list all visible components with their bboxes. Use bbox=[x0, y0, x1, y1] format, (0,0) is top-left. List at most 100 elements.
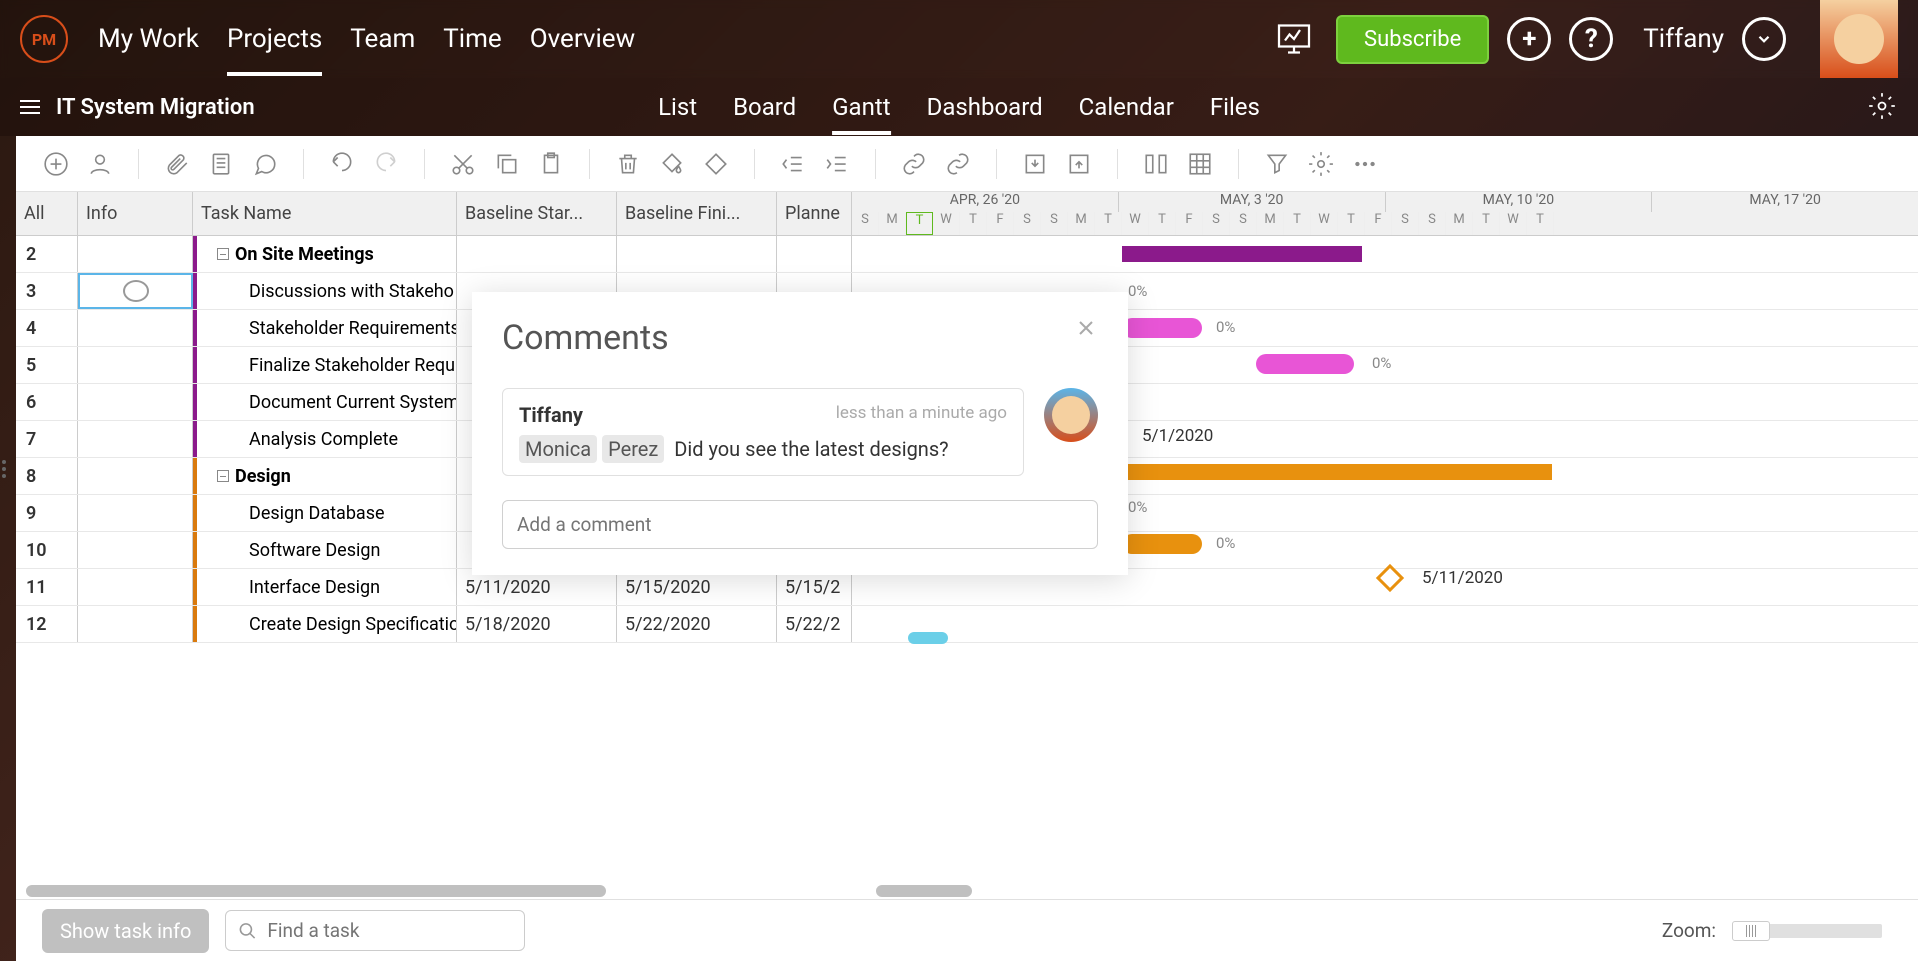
task-name-cell[interactable]: On Site Meetings bbox=[193, 236, 457, 272]
zoom-slider[interactable] bbox=[1732, 924, 1882, 938]
nav-my-work[interactable]: My Work bbox=[98, 2, 199, 76]
baseline-start-cell[interactable]: 5/18/2020 bbox=[457, 606, 617, 642]
gantt-summary-bar[interactable] bbox=[1122, 464, 1552, 480]
gantt-task-bar[interactable] bbox=[1256, 354, 1354, 374]
subscribe-button[interactable]: Subscribe bbox=[1336, 15, 1489, 64]
info-cell[interactable] bbox=[78, 384, 193, 420]
columns-icon[interactable] bbox=[1142, 150, 1170, 178]
header-all[interactable]: All bbox=[16, 192, 78, 235]
view-gantt[interactable]: Gantt bbox=[832, 79, 890, 135]
outdent-icon[interactable] bbox=[779, 150, 807, 178]
zoom-thumb[interactable] bbox=[1732, 921, 1770, 941]
delete-icon[interactable] bbox=[614, 150, 642, 178]
nav-projects[interactable]: Projects bbox=[227, 2, 322, 76]
gantt-day-cell: M bbox=[879, 212, 906, 235]
task-name-cell[interactable]: Stakeholder Requirements bbox=[193, 310, 457, 346]
fill-icon[interactable] bbox=[658, 150, 686, 178]
comment-icon[interactable] bbox=[251, 150, 279, 178]
task-name-cell[interactable]: Discussions with Stakeho bbox=[193, 273, 457, 309]
task-name-cell[interactable]: Finalize Stakeholder Requ bbox=[193, 347, 457, 383]
add-button[interactable]: + bbox=[1507, 17, 1551, 61]
user-name[interactable]: Tiffany bbox=[1643, 24, 1724, 54]
info-cell[interactable] bbox=[78, 421, 193, 457]
settings-icon[interactable] bbox=[1868, 92, 1898, 122]
mention-tag[interactable]: Perez bbox=[602, 435, 664, 463]
header-task-name[interactable]: Task Name bbox=[193, 192, 457, 235]
redo-icon[interactable] bbox=[372, 150, 400, 178]
task-name-cell[interactable]: Design bbox=[193, 458, 457, 494]
nav-overview[interactable]: Overview bbox=[530, 2, 635, 76]
notes-icon[interactable] bbox=[207, 150, 235, 178]
gantt-task-bar[interactable] bbox=[1122, 318, 1202, 338]
cut-icon[interactable] bbox=[449, 150, 477, 178]
task-name-cell[interactable]: Software Design bbox=[193, 532, 457, 568]
nav-time[interactable]: Time bbox=[443, 2, 501, 76]
view-files[interactable]: Files bbox=[1210, 79, 1260, 135]
logo[interactable]: PM bbox=[20, 15, 68, 63]
header-baseline-finish[interactable]: Baseline Fini... bbox=[617, 192, 777, 235]
header-info[interactable]: Info bbox=[78, 192, 193, 235]
info-cell[interactable] bbox=[78, 569, 193, 605]
filter-icon[interactable] bbox=[1263, 150, 1291, 178]
presentation-icon[interactable] bbox=[1270, 15, 1318, 63]
view-list[interactable]: List bbox=[658, 79, 697, 135]
indent-icon[interactable] bbox=[823, 150, 851, 178]
assign-icon[interactable] bbox=[86, 150, 114, 178]
info-cell[interactable] bbox=[78, 532, 193, 568]
view-dashboard[interactable]: Dashboard bbox=[927, 79, 1043, 135]
task-name-cell[interactable]: Document Current System bbox=[193, 384, 457, 420]
gantt-task-bar[interactable] bbox=[1122, 534, 1202, 554]
milestone-icon[interactable] bbox=[702, 150, 730, 178]
gantt-summary-bar[interactable] bbox=[1122, 246, 1362, 262]
view-board[interactable]: Board bbox=[733, 79, 796, 135]
info-cell[interactable] bbox=[78, 273, 193, 309]
find-task-input[interactable] bbox=[267, 919, 512, 942]
task-name-cell[interactable]: Analysis Complete bbox=[193, 421, 457, 457]
show-task-info-button[interactable]: Show task info bbox=[42, 909, 209, 953]
planned-cell[interactable]: 5/22/2 bbox=[777, 606, 852, 642]
comment-input[interactable] bbox=[502, 500, 1098, 549]
baseline-finish-cell[interactable]: 5/22/2020 bbox=[617, 606, 777, 642]
baseline-finish-cell[interactable] bbox=[617, 236, 777, 272]
sidebar-drag-handle[interactable] bbox=[2, 460, 6, 478]
help-button[interactable]: ? bbox=[1569, 17, 1613, 61]
horizontal-scrollbar-left[interactable] bbox=[26, 885, 606, 897]
attach-icon[interactable] bbox=[163, 150, 191, 178]
paste-icon[interactable] bbox=[537, 150, 565, 178]
export-icon[interactable] bbox=[1065, 150, 1093, 178]
task-name-cell[interactable]: Design Database bbox=[193, 495, 457, 531]
find-task-box[interactable] bbox=[225, 910, 525, 951]
info-cell[interactable] bbox=[78, 458, 193, 494]
nav-team[interactable]: Team bbox=[350, 2, 415, 76]
import-icon[interactable] bbox=[1021, 150, 1049, 178]
task-name-cell[interactable]: Interface Design bbox=[193, 569, 457, 605]
info-cell[interactable] bbox=[78, 236, 193, 272]
gantt-milestone[interactable] bbox=[1376, 564, 1404, 592]
baseline-start-cell[interactable] bbox=[457, 236, 617, 272]
gear-toolbar-icon[interactable] bbox=[1307, 150, 1335, 178]
more-icon[interactable] bbox=[1351, 150, 1379, 178]
info-cell[interactable] bbox=[78, 347, 193, 383]
planned-cell[interactable] bbox=[777, 236, 852, 272]
unlink-icon[interactable] bbox=[944, 150, 972, 178]
task-name-cell[interactable]: Create Design Specificatio bbox=[193, 606, 457, 642]
user-avatar[interactable] bbox=[1820, 0, 1898, 78]
comment-item: Tiffany less than a minute ago Monica Pe… bbox=[502, 388, 1098, 476]
header-baseline-start[interactable]: Baseline Star... bbox=[457, 192, 617, 235]
horizontal-scrollbar-right[interactable] bbox=[876, 885, 972, 897]
comment-avatar[interactable] bbox=[1044, 388, 1098, 442]
comments-close-icon[interactable] bbox=[1074, 316, 1104, 346]
info-cell[interactable] bbox=[78, 310, 193, 346]
hamburger-icon[interactable] bbox=[20, 100, 40, 114]
mention-tag[interactable]: Monica bbox=[519, 435, 597, 463]
header-planned[interactable]: Planne bbox=[777, 192, 852, 235]
info-cell[interactable] bbox=[78, 606, 193, 642]
info-cell[interactable] bbox=[78, 495, 193, 531]
user-dropdown-icon[interactable] bbox=[1742, 17, 1786, 61]
grid-icon[interactable] bbox=[1186, 150, 1214, 178]
add-task-icon[interactable] bbox=[42, 150, 70, 178]
link-icon[interactable] bbox=[900, 150, 928, 178]
copy-icon[interactable] bbox=[493, 150, 521, 178]
view-calendar[interactable]: Calendar bbox=[1079, 79, 1174, 135]
undo-icon[interactable] bbox=[328, 150, 356, 178]
